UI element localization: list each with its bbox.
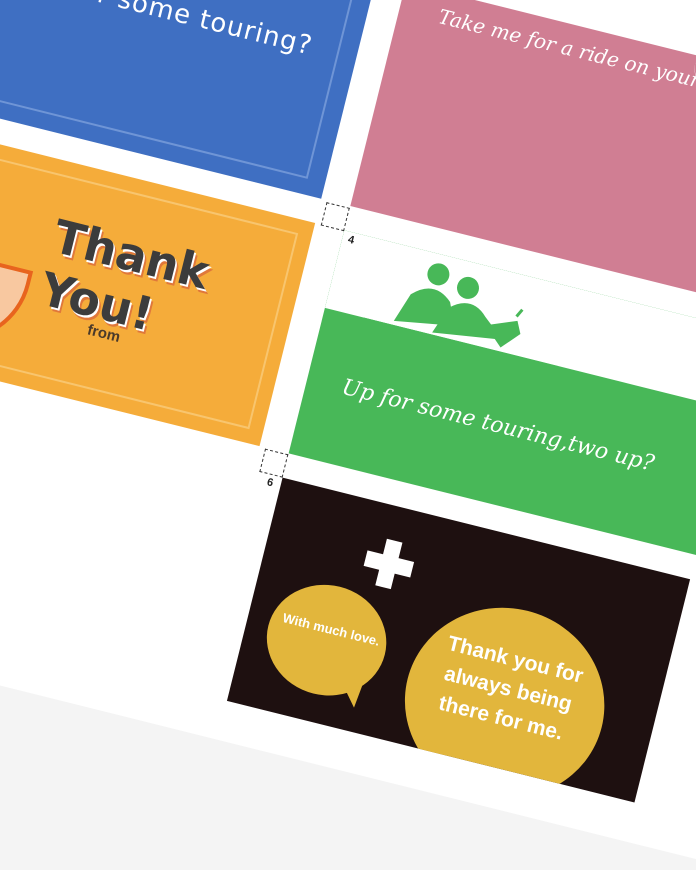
crop-mark <box>259 448 289 478</box>
card-template-sheet: Up for some touring? Take me for a ride … <box>0 0 696 870</box>
card-number: 6 <box>265 476 275 490</box>
speech-bubble-small: With much love. <box>255 572 399 709</box>
motorcycle-riders-icon <box>357 263 558 392</box>
crop-mark <box>320 202 350 232</box>
speech-bubble-large: Thank you for always being there for me. <box>384 586 625 803</box>
bubble-text: Thank you for always being there for me. <box>436 631 586 745</box>
card-message: Take me for a ride on your b <box>436 4 696 98</box>
bubble-text: With much love. <box>281 610 382 649</box>
card-message: Up for some touring,two up? <box>339 374 657 477</box>
speech-bubble-tail <box>341 678 368 709</box>
